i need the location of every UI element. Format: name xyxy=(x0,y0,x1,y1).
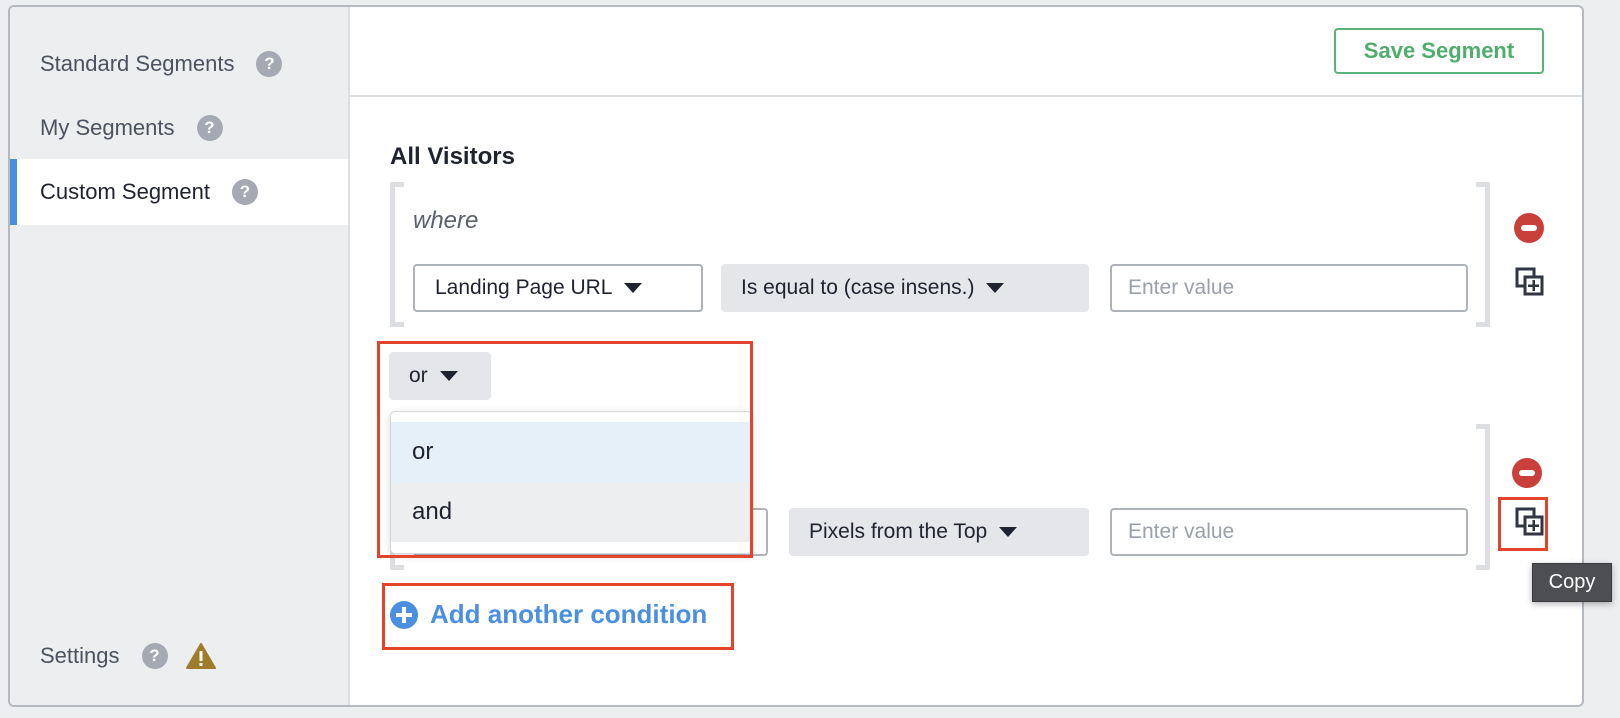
label: My Segments xyxy=(40,115,175,140)
save-segment-button[interactable]: Save Segment xyxy=(1334,28,1544,74)
segment-title: All Visitors xyxy=(390,143,515,170)
where-label: where xyxy=(413,207,479,234)
value-input[interactable]: Enter value xyxy=(1110,264,1468,312)
operator-value: Is equal to (case insens.) xyxy=(741,276,975,299)
group-bracket-right xyxy=(1476,182,1490,327)
sidebar-item-custom-segment[interactable]: Custom Segment? xyxy=(10,159,348,225)
label: Standard Segments xyxy=(40,51,235,76)
connector-highlight xyxy=(377,341,753,558)
label: Settings xyxy=(40,643,120,668)
caret-down-icon xyxy=(986,283,1005,293)
help-icon[interactable]: ? xyxy=(256,51,283,77)
operator-select[interactable]: Is equal to (case insens.) xyxy=(721,264,1089,312)
group-bracket-left xyxy=(390,182,404,327)
copy-highlight xyxy=(1498,497,1548,551)
copy-tooltip: Copy xyxy=(1532,563,1612,602)
segment-panel: Standard Segments? My Segments? Custom S… xyxy=(8,5,1584,707)
header: Save Segment xyxy=(350,7,1582,97)
help-icon[interactable]: ? xyxy=(196,115,223,141)
sidebar-item-standard-segments[interactable]: Standard Segments? xyxy=(10,31,348,97)
field-select[interactable]: Landing Page URL xyxy=(413,264,703,312)
copy-icon[interactable] xyxy=(1515,267,1545,297)
label: Custom Segment xyxy=(40,179,210,204)
sidebar-item-my-segments[interactable]: My Segments? xyxy=(10,95,348,161)
field-value: Landing Page URL xyxy=(435,276,613,299)
add-condition-highlight xyxy=(382,583,734,650)
operator-value: Pixels from the Top xyxy=(809,520,988,543)
caret-down-icon xyxy=(624,283,643,293)
help-icon[interactable]: ? xyxy=(141,643,168,669)
remove-condition-icon[interactable] xyxy=(1512,458,1542,488)
help-icon[interactable]: ? xyxy=(231,179,258,205)
warning-icon[interactable] xyxy=(185,643,216,669)
caret-down-icon xyxy=(999,527,1018,537)
sidebar-item-settings[interactable]: Settings? xyxy=(10,623,348,689)
remove-condition-icon[interactable] xyxy=(1514,213,1544,243)
group-bracket-right xyxy=(1476,424,1490,570)
sidebar: Standard Segments? My Segments? Custom S… xyxy=(10,7,350,705)
value-input[interactable]: Enter value xyxy=(1110,508,1468,556)
operator-select[interactable]: Pixels from the Top xyxy=(789,508,1089,556)
